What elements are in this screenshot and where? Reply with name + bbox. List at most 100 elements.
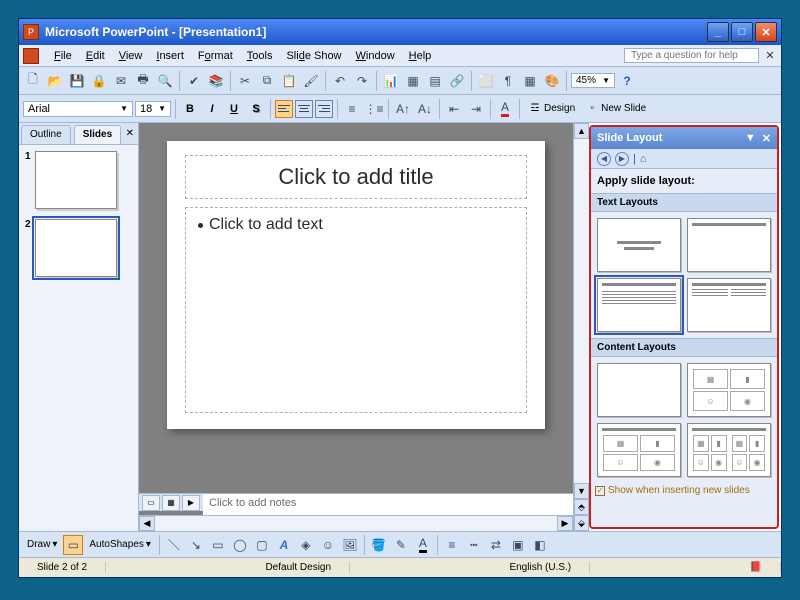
permission-button[interactable]: 🔒 [89,71,109,91]
italic-button[interactable]: I [202,99,222,119]
scroll-track[interactable] [574,139,589,483]
help-button[interactable]: ? [617,71,637,91]
grid-button[interactable]: ▦ [520,71,540,91]
show-formatting-button[interactable]: ¶ [498,71,518,91]
tables-borders-button[interactable]: ▤ [425,71,445,91]
clipart-button[interactable]: ☺ [318,535,338,555]
line-style-button[interactable]: ≡ [442,535,462,555]
close-button[interactable]: ✕ [755,22,777,42]
select-objects-button[interactable]: ▭ [63,535,83,555]
layout-title-slide[interactable] [597,218,681,272]
align-right-button[interactable] [315,100,333,118]
new-button[interactable]: 🗋 [23,71,43,91]
hyperlink-button[interactable]: 🔗 [447,71,467,91]
minimize-button[interactable]: _ [707,22,729,42]
color-button[interactable]: 🎨 [542,71,562,91]
decrease-indent-button[interactable]: ⇤ [444,99,464,119]
scroll-down-button[interactable]: ▼ [574,483,589,499]
nav-home-button[interactable]: ⌂ [640,153,647,165]
shadow-button[interactable]: S [246,99,266,119]
increase-indent-button[interactable]: ⇥ [466,99,486,119]
numbering-button[interactable]: ≡ [342,99,362,119]
text-placeholder[interactable]: Click to add text [185,207,527,413]
design-button[interactable]: ☲Design [524,101,579,117]
layout-title-content[interactable]: ▦ ▮ ☺ ◉ [597,423,681,477]
expand-all-button[interactable]: ⬜ [476,71,496,91]
dash-style-button[interactable]: ┅ [464,535,484,555]
font-color-button-2[interactable]: A [413,535,433,555]
menu-tools[interactable]: Tools [240,48,280,64]
slide-thumbnail[interactable] [35,151,117,209]
thumbnail-row[interactable]: 2 [25,219,132,277]
nav-forward-button[interactable]: ▶ [615,152,629,166]
line-color-button[interactable]: ✎ [391,535,411,555]
layout-title-two-content[interactable]: ▦▮☺◉ ▦▮☺◉ [687,423,771,477]
document-icon[interactable] [23,48,39,64]
draw-menu-button[interactable]: Draw ▾ [23,538,61,551]
menu-help[interactable]: Help [402,48,439,64]
help-search-input[interactable] [624,48,759,63]
zoom-combo[interactable]: 45%▼ [571,73,615,88]
slideshow-view-button[interactable]: ▶ [182,495,200,511]
decrease-font-button[interactable]: A↓ [415,99,435,119]
show-when-inserting-checkbox[interactable]: ✓ Show when inserting new slides [591,483,777,498]
font-name-combo[interactable]: Arial▼ [23,101,133,117]
format-painter-button[interactable]: 🖌 [301,71,321,91]
panel-close-button[interactable]: ✕ [126,128,134,139]
underline-button[interactable]: U [224,99,244,119]
scroll-track[interactable] [155,516,557,531]
research-button[interactable]: 📚 [206,71,226,91]
bullets-button[interactable]: ⋮≡ [364,99,384,119]
layout-title-text[interactable] [597,278,681,332]
menu-format[interactable]: Format [191,48,240,64]
new-slide-button[interactable]: ▫New Slide [581,101,650,117]
undo-button[interactable]: ↶ [330,71,350,91]
picture-button[interactable]: 🖼 [340,535,360,555]
open-button[interactable]: 📂 [45,71,65,91]
task-pane-close-button[interactable]: ✕ [762,132,771,145]
tab-slides[interactable]: Slides [74,125,121,144]
title-placeholder[interactable]: Click to add title [185,155,527,199]
print-button[interactable]: 🖶 [133,71,153,91]
layout-blank[interactable] [597,363,681,417]
fill-color-button[interactable]: 🪣 [369,535,389,555]
arrow-style-button[interactable]: ⇄ [486,535,506,555]
slide-canvas[interactable]: Click to add title Click to add text [139,123,573,493]
prev-slide-button[interactable]: ⬘ [574,499,589,515]
chart-button[interactable]: 📊 [381,71,401,91]
maximize-button[interactable]: □ [731,22,753,42]
print-preview-button[interactable]: 🔍 [155,71,175,91]
email-button[interactable]: ✉ [111,71,131,91]
3d-style-button[interactable]: ◧ [530,535,550,555]
autoshapes-button[interactable]: AutoShapes ▾ [85,538,155,551]
scroll-left-button[interactable]: ◀ [139,516,155,531]
rectangle-tool[interactable]: ▭ [208,535,228,555]
status-spellcheck-icon[interactable]: 📕 [732,562,781,573]
nav-back-button[interactable]: ◀ [597,152,611,166]
slide-thumbnail[interactable] [35,219,117,277]
save-button[interactable]: 💾 [67,71,87,91]
tab-outline[interactable]: Outline [21,125,71,144]
layout-content[interactable]: ▦ ▮ ☺ ◉ [687,363,771,417]
diagram-button[interactable]: ◈ [296,535,316,555]
next-slide-button[interactable]: ⬙ [574,515,589,531]
scroll-up-button[interactable]: ▲ [574,123,589,139]
horizontal-scrollbar[interactable]: ◀ ▶ [139,515,573,531]
menu-slideshow[interactable]: Slide Show [279,48,348,64]
document-close-button[interactable]: ✕ [763,49,777,63]
layout-title-two-text[interactable] [687,278,771,332]
table-button[interactable]: ▦ [403,71,423,91]
increase-font-button[interactable]: A↑ [393,99,413,119]
normal-view-button[interactable]: ▭ [142,495,160,511]
oval-tool[interactable]: ◯ [230,535,250,555]
vertical-scrollbar[interactable]: ▲ ▼ ⬘ ⬙ [573,123,589,531]
arrow-tool[interactable]: ↘ [186,535,206,555]
align-center-button[interactable] [295,100,313,118]
scroll-right-button[interactable]: ▶ [557,516,573,531]
notes-pane[interactable]: Click to add notes [203,493,573,515]
menu-insert[interactable]: Insert [149,48,191,64]
bold-button[interactable]: B [180,99,200,119]
spelling-button[interactable]: ✔ [184,71,204,91]
layout-title-only[interactable] [687,218,771,272]
redo-button[interactable]: ↷ [352,71,372,91]
